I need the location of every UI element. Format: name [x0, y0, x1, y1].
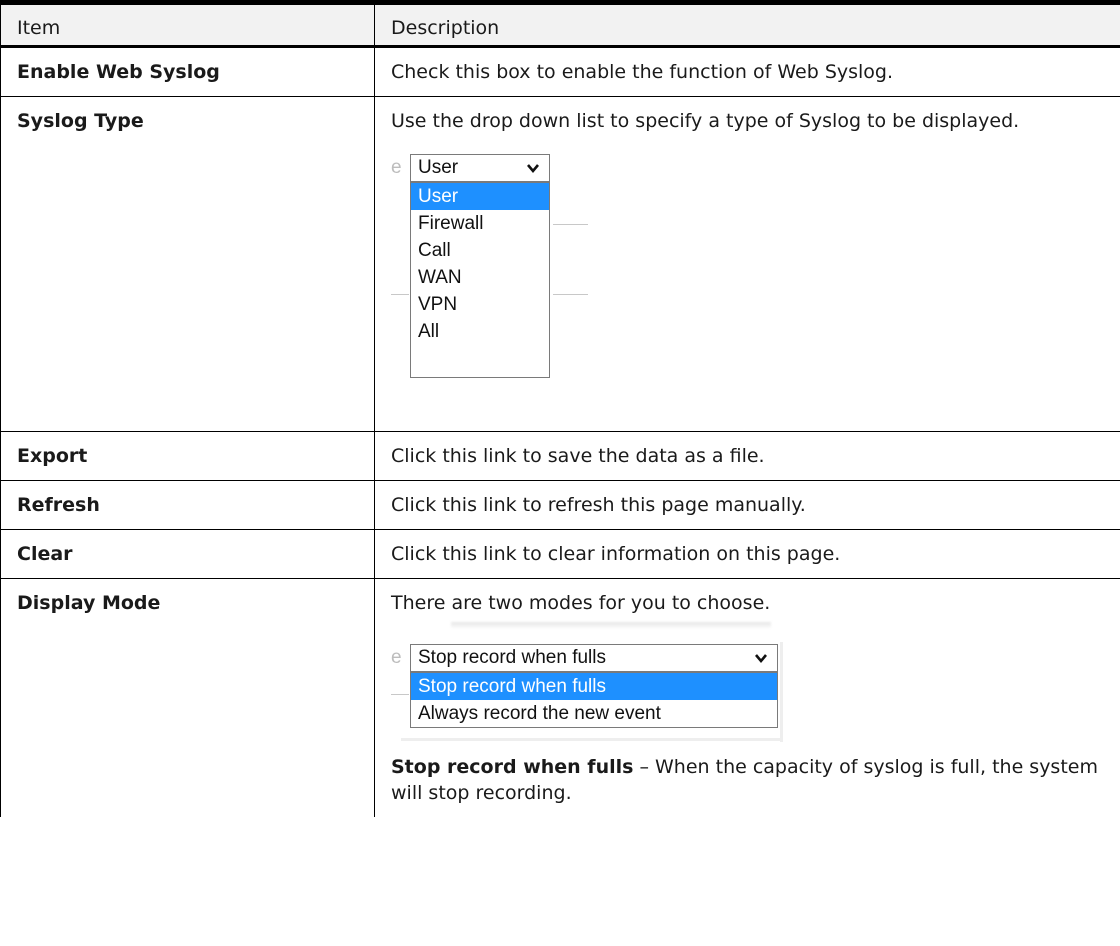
syslog-option-firewall[interactable]: Firewall: [411, 210, 549, 237]
syslog-type-description: Use the drop down list to specify a type…: [391, 110, 1020, 132]
syslog-type-select-value: User: [418, 157, 459, 178]
table-row: Display Mode There are two modes for you…: [0, 578, 1120, 817]
row-item-syslog-type: Syslog Type: [0, 96, 375, 432]
row-desc-clear: Click this link to clear information on …: [374, 529, 1120, 579]
display-mode-option-list: Stop record when fulls Always record the…: [410, 672, 778, 728]
header-description: Description: [374, 0, 1120, 48]
row-desc-enable-web-syslog: Check this box to enable the function of…: [374, 46, 1120, 97]
display-mode-select[interactable]: Stop record when fulls: [410, 644, 778, 672]
faint-background-line: [553, 294, 588, 295]
row-item-display-mode: Display Mode: [0, 578, 375, 817]
faint-background-strip: [451, 622, 771, 628]
syslog-option-wan[interactable]: WAN: [411, 264, 549, 291]
syslog-option-all[interactable]: All: [411, 318, 549, 345]
display-mode-description: There are two modes for you to choose.: [391, 592, 771, 614]
row-desc-display-mode: There are two modes for you to choose. e…: [374, 578, 1120, 817]
row-desc-export: Click this link to save the data as a fi…: [374, 431, 1120, 481]
header-item: Item: [0, 0, 375, 48]
row-item-export: Export: [0, 431, 375, 481]
syslog-option-call[interactable]: Call: [411, 237, 549, 264]
faint-background-line: [391, 694, 409, 695]
syslog-option-vpn[interactable]: VPN: [411, 291, 549, 318]
syslog-type-select[interactable]: User: [410, 154, 550, 182]
row-desc-refresh: Click this link to refresh this page man…: [374, 480, 1120, 530]
screenshot-shadow-edge: [780, 642, 783, 742]
faint-background-line: [553, 224, 588, 225]
row-item-clear: Clear: [0, 529, 375, 579]
faint-label-fragment: e: [391, 647, 402, 668]
table-row: Export Click this link to save the data …: [0, 431, 1120, 481]
header-row: Item Description: [0, 0, 1120, 48]
faint-label-fragment: e: [391, 157, 402, 178]
display-mode-note-term: Stop record when fulls: [391, 756, 634, 778]
chevron-down-icon: [527, 164, 539, 174]
syslog-type-dropdown-screenshot: e User User Firewall Call WAN VPN All: [391, 154, 1104, 401]
display-mode-dropdown-screenshot: e Stop record when fulls Stop record whe…: [391, 622, 1104, 750]
syslog-option-user[interactable]: User: [411, 183, 549, 210]
screenshot-shadow-edge: [401, 738, 781, 741]
table-row: Refresh Click this link to refresh this …: [0, 480, 1120, 530]
faint-background-line: [391, 294, 409, 295]
description-table: Item Description Enable Web Syslog Check…: [0, 0, 1120, 817]
row-item-refresh: Refresh: [0, 480, 375, 530]
display-mode-select-value: Stop record when fulls: [418, 647, 606, 668]
row-item-enable-web-syslog: Enable Web Syslog: [0, 46, 375, 97]
display-mode-note: Stop record when fulls – When the capaci…: [391, 754, 1104, 806]
mode-option-stop-record[interactable]: Stop record when fulls: [411, 673, 777, 700]
mode-option-always-record[interactable]: Always record the new event: [411, 700, 777, 727]
syslog-type-option-list: User Firewall Call WAN VPN All: [410, 182, 550, 378]
table-row: Enable Web Syslog Check this box to enab…: [0, 46, 1120, 97]
table-row: Syslog Type Use the drop down list to sp…: [0, 96, 1120, 432]
row-desc-syslog-type: Use the drop down list to specify a type…: [374, 96, 1120, 432]
chevron-down-icon: [755, 654, 767, 664]
table-row: Clear Click this link to clear informati…: [0, 529, 1120, 579]
